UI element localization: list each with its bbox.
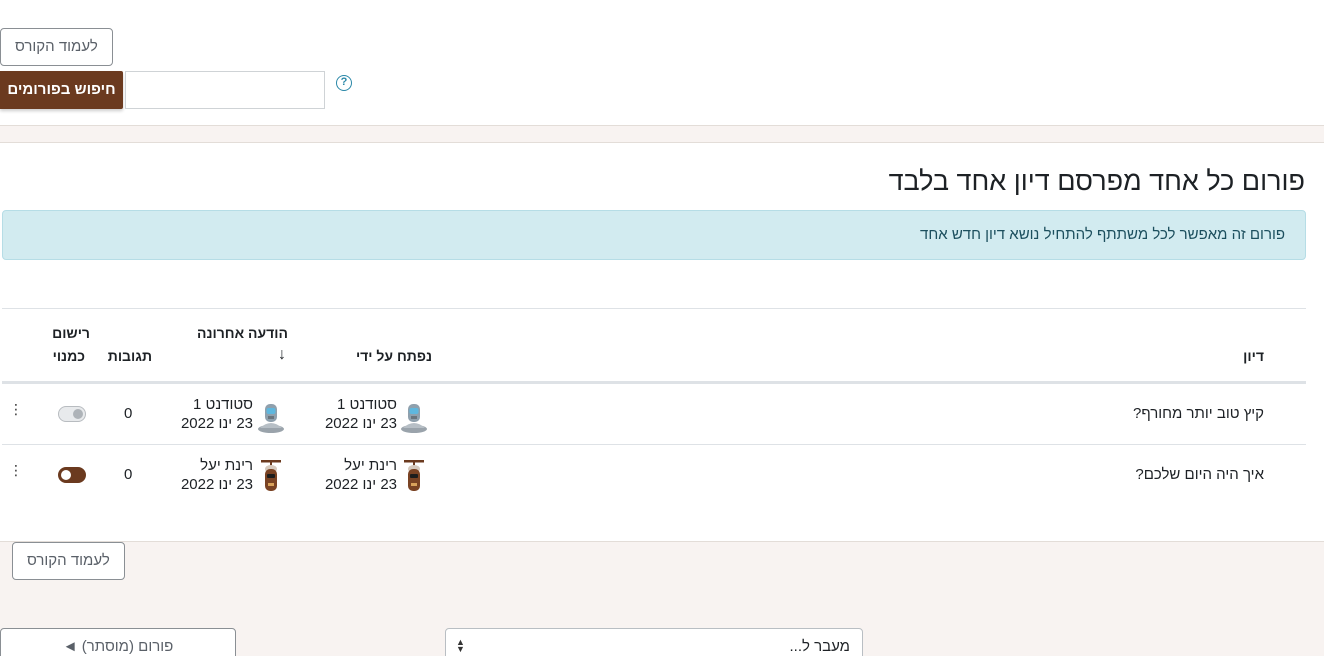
reply-count: 0	[124, 405, 133, 422]
page-title: פורום כל אחד מפרסם דיון אחד בלבד	[888, 166, 1305, 196]
subscribe-toggle[interactable]	[58, 406, 86, 422]
forum-search-input[interactable]	[125, 71, 325, 109]
select-arrows-icon: ▲ ▼	[456, 637, 465, 654]
robot-avatar-icon	[258, 404, 284, 433]
column-header-replies[interactable]: תגובות	[108, 348, 152, 364]
course-page-button-bottom[interactable]: לעמוד הקורס	[12, 542, 125, 580]
started-by-date: 23 ינו 2022	[324, 415, 397, 432]
column-header-subscribe-line1: רישום	[52, 325, 90, 341]
last-post-name[interactable]: סטודנט 1	[193, 396, 253, 413]
last-post-date[interactable]: 23 ינו 2022	[181, 415, 253, 432]
row-separator	[2, 444, 1306, 445]
table-top-border	[2, 308, 1306, 309]
course-page-button-top[interactable]: לעמוד הקורס	[0, 28, 113, 66]
actions-menu-icon[interactable]: ⋮	[9, 402, 23, 416]
header-band	[0, 126, 1324, 143]
column-header-last-post[interactable]: הודעה אחרונה	[197, 325, 288, 341]
discussion-subject-link[interactable]: איך היה היום שלכם?	[1135, 466, 1264, 483]
started-by-date: 23 ינו 2022	[324, 476, 397, 493]
column-header-subscribe-line2: כמנוי	[52, 348, 85, 364]
started-by-name[interactable]: סטודנט 1	[337, 396, 397, 413]
toggle-knob	[73, 409, 83, 419]
subscribe-toggle[interactable]	[58, 467, 86, 483]
discussion-subject-link[interactable]: קיץ טוב יותר מחורף?	[1133, 405, 1264, 422]
column-header-started-by[interactable]: נפתח על ידי	[356, 348, 432, 364]
reply-count: 0	[124, 466, 133, 483]
propeller-avatar-icon	[404, 460, 424, 491]
toggle-knob	[61, 470, 71, 480]
robot-avatar-icon	[401, 404, 427, 433]
actions-menu-icon[interactable]: ⋮	[9, 463, 23, 477]
forum-info-alert: פורום זה מאפשר לכל משתתף להתחיל נושא דיו…	[2, 210, 1306, 260]
propeller-avatar-icon	[261, 460, 281, 491]
last-post-name[interactable]: רינת יעל	[200, 457, 253, 474]
table-header-separator	[2, 381, 1306, 384]
previous-forum-link[interactable]: פורום (מוסתר) ◄	[0, 628, 236, 656]
forum-search-button[interactable]: חיפוש בפורומים	[0, 71, 123, 109]
last-post-date[interactable]: 23 ינו 2022	[181, 476, 253, 493]
jump-to-select[interactable]: מעבר ל...	[445, 628, 863, 656]
started-by-name[interactable]: רינת יעל	[344, 457, 397, 474]
column-header-discussion[interactable]: דיון	[1243, 348, 1264, 364]
sort-desc-icon[interactable]: ↓	[278, 346, 286, 364]
help-icon[interactable]: ?	[336, 75, 352, 91]
